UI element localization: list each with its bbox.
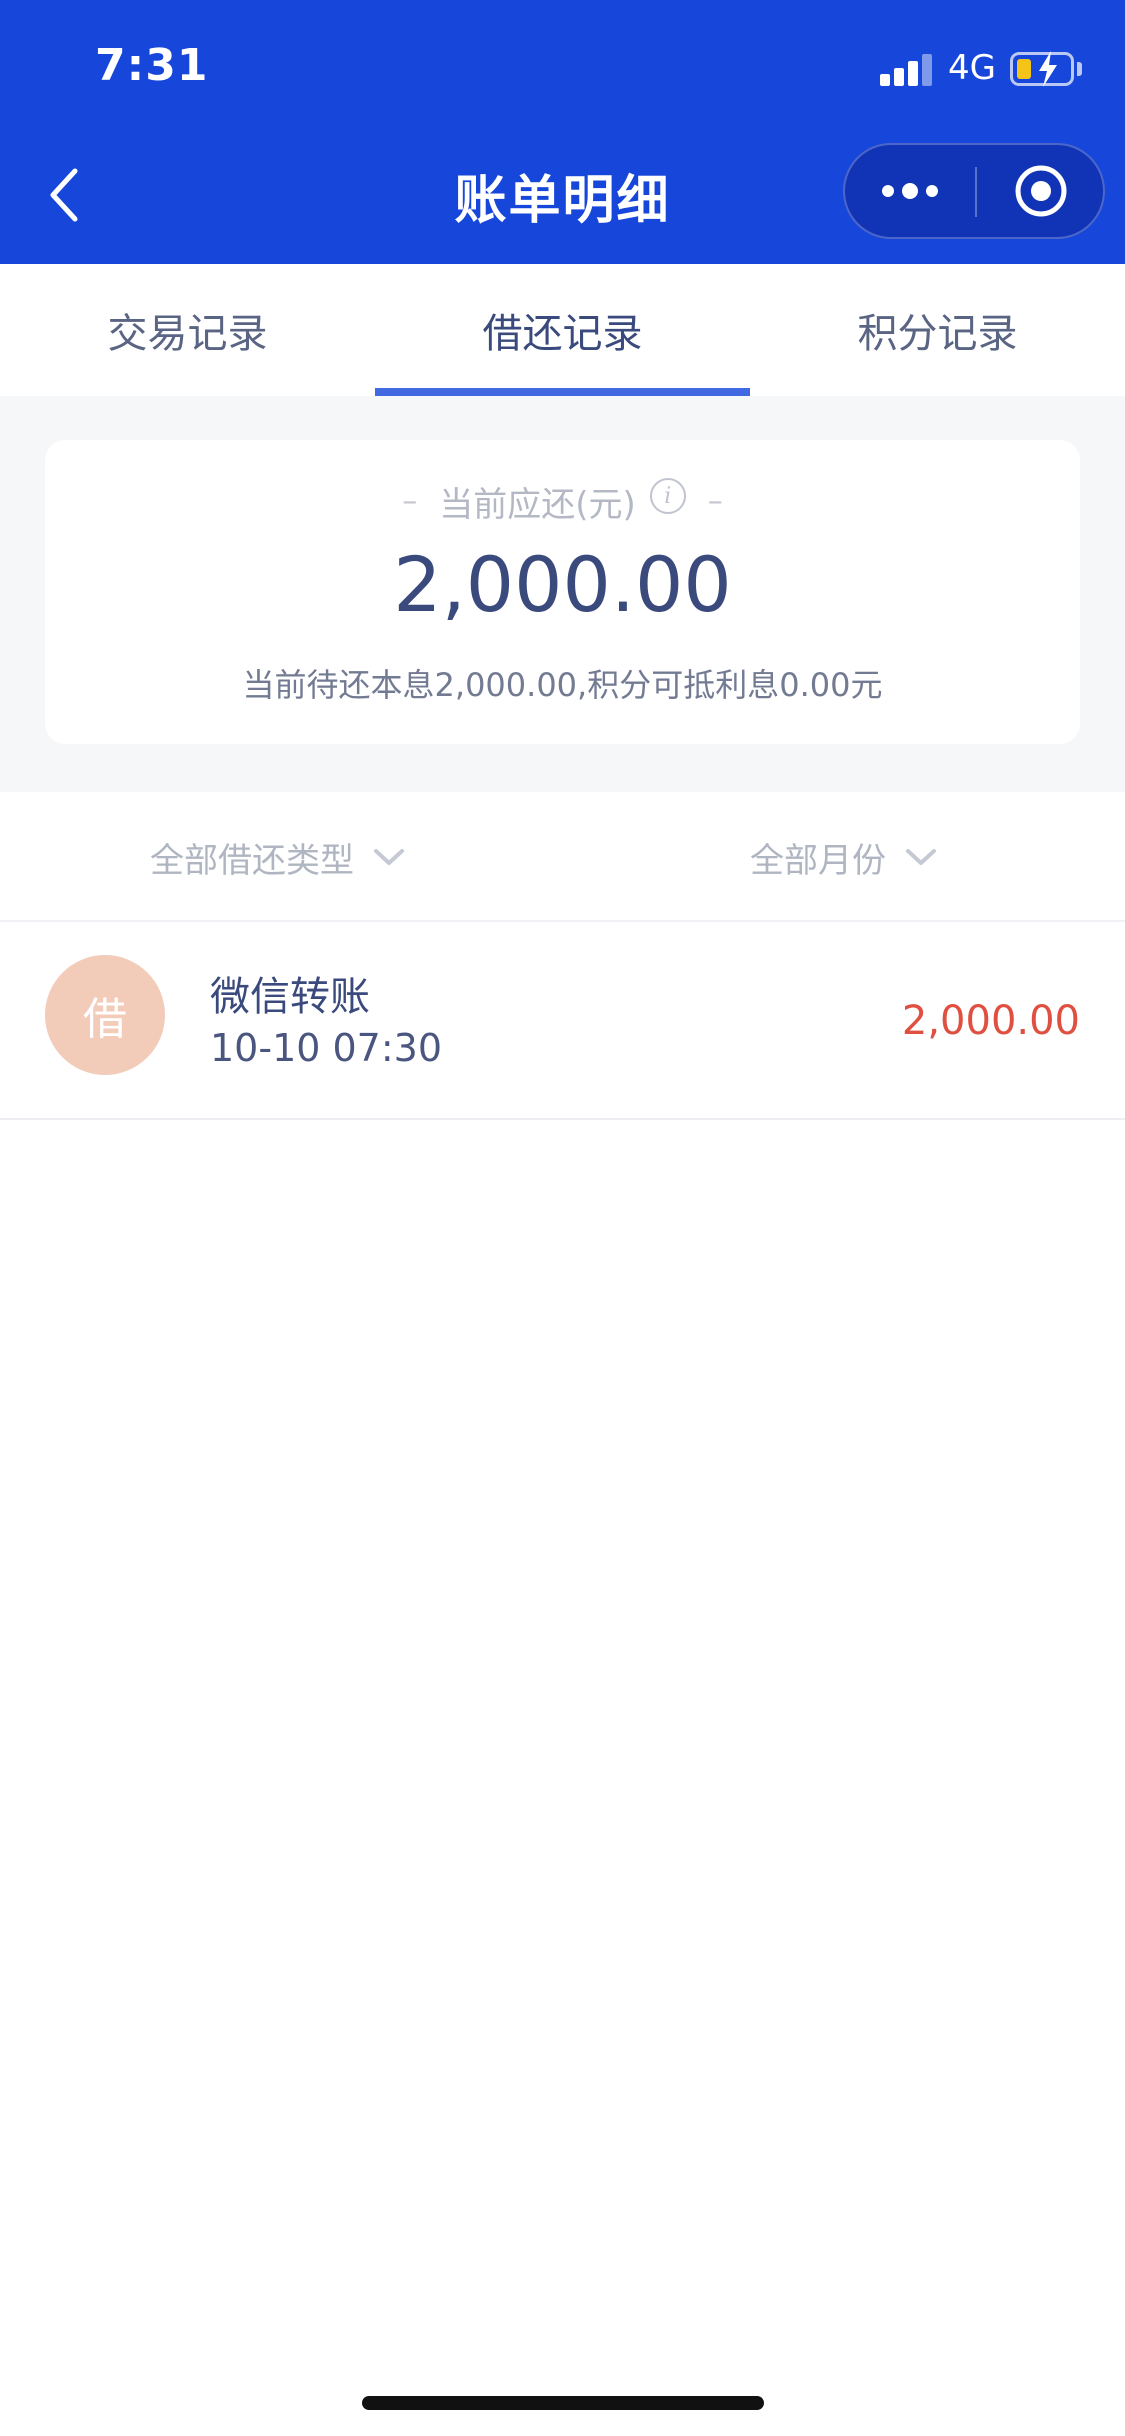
filter-bar: 全部借还类型 全部月份 bbox=[0, 792, 1125, 922]
summary-description: 当前待还本息2,000.00,积分可抵利息0.00元 bbox=[242, 666, 883, 704]
status-time: 7:31 bbox=[95, 40, 209, 91]
battery-charging-icon bbox=[1010, 51, 1074, 87]
mini-program-capsule bbox=[843, 143, 1105, 239]
info-icon[interactable]: i bbox=[649, 478, 686, 514]
bill-detail-page: 7:31 4G 账单明细 交易记录 借还记录 积分记录 – 当前应还(元) i … bbox=[0, 0, 1125, 2436]
target-circle-icon bbox=[1015, 165, 1067, 217]
home-indicator[interactable] bbox=[362, 2396, 764, 2410]
charging-bolt-icon bbox=[1039, 51, 1057, 87]
tab-transaction-records[interactable]: 交易记录 bbox=[0, 264, 375, 396]
app-header: 7:31 4G 账单明细 bbox=[0, 0, 1125, 264]
month-filter-dropdown[interactable]: 全部月份 bbox=[750, 792, 938, 922]
battery-level-fill bbox=[1017, 59, 1031, 79]
active-tab-indicator bbox=[375, 388, 750, 396]
transaction-title: 微信转账 bbox=[210, 974, 370, 1020]
chevron-down-icon bbox=[372, 846, 406, 868]
battery-tip bbox=[1077, 62, 1082, 76]
tab-borrow-repay-records[interactable]: 借还记录 bbox=[375, 264, 750, 396]
chevron-down-icon bbox=[904, 846, 938, 868]
repayment-summary-card: – 当前应还(元) i – 2,000.00 当前待还本息2,000.00,积分… bbox=[45, 440, 1080, 744]
month-filter-label: 全部月份 bbox=[750, 840, 886, 881]
more-dots-icon bbox=[882, 183, 938, 199]
signal-icon bbox=[880, 52, 932, 86]
type-filter-dropdown[interactable]: 全部借还类型 bbox=[150, 792, 406, 922]
network-type: 4G bbox=[948, 48, 996, 88]
type-filter-label: 全部借还类型 bbox=[150, 840, 354, 881]
tab-points-records[interactable]: 积分记录 bbox=[750, 264, 1125, 396]
record-tabs: 交易记录 借还记录 积分记录 bbox=[0, 264, 1125, 396]
transaction-row[interactable]: 借 微信转账 10-10 07:30 2,000.00 bbox=[0, 922, 1125, 1120]
borrow-badge: 借 bbox=[45, 955, 165, 1075]
transaction-amount: 2,000.00 bbox=[901, 998, 1080, 1044]
transaction-time: 10-10 07:30 bbox=[210, 1026, 443, 1070]
current-due-amount: 2,000.00 bbox=[393, 540, 732, 629]
close-button[interactable] bbox=[977, 145, 1105, 237]
summary-label-row: – 当前应还(元) i – bbox=[45, 476, 1080, 526]
more-button[interactable] bbox=[845, 145, 975, 237]
summary-label: 当前应还(元) bbox=[439, 484, 636, 525]
summary-area: – 当前应还(元) i – 2,000.00 当前待还本息2,000.00,积分… bbox=[0, 396, 1125, 792]
